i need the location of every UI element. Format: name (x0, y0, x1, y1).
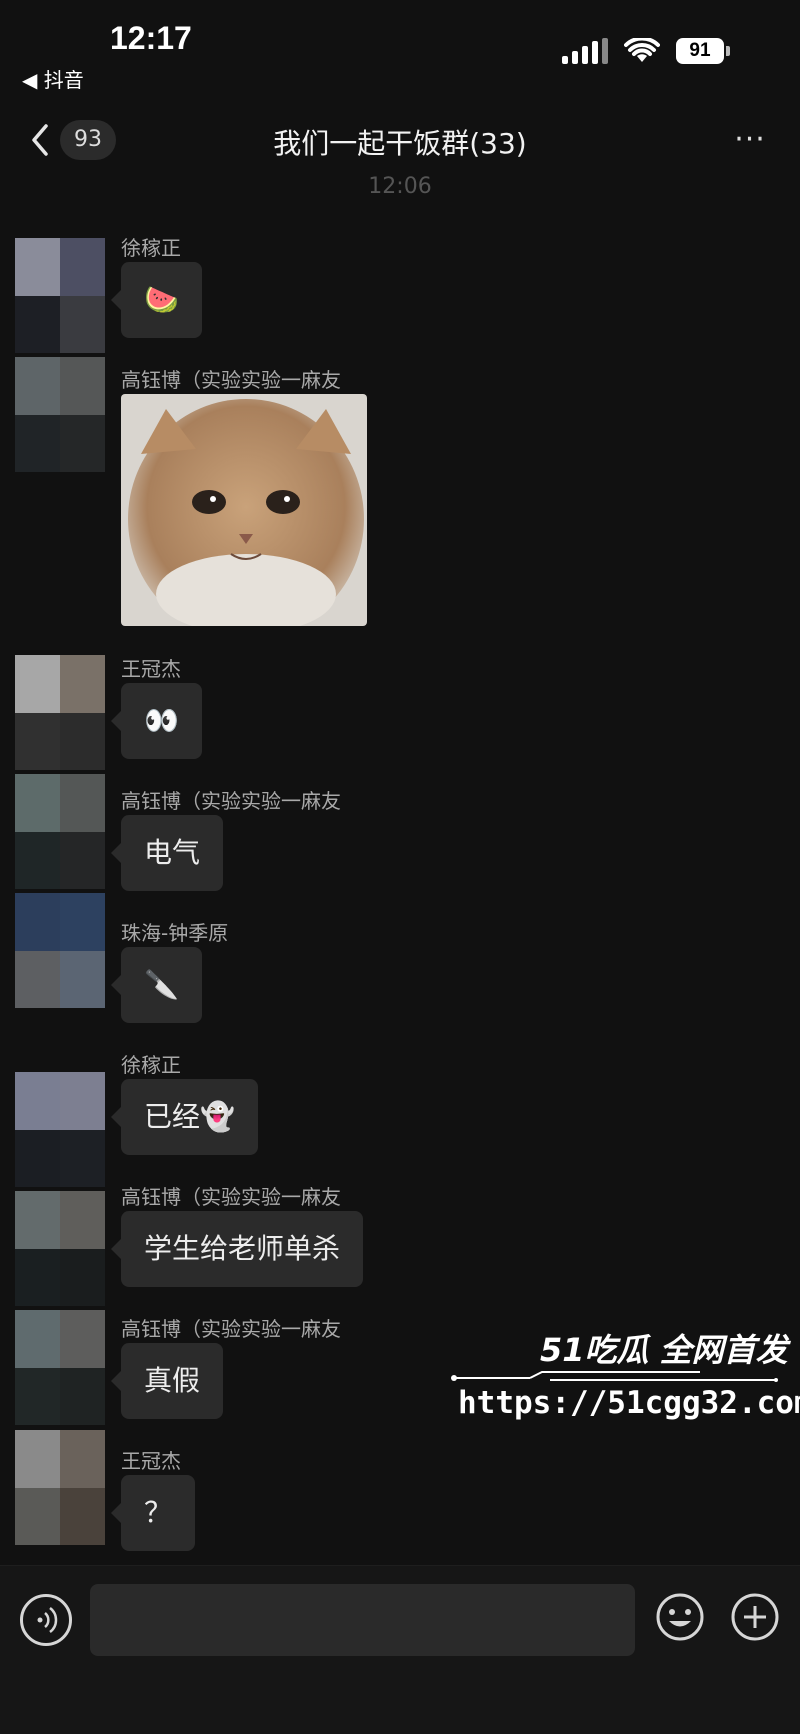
avatar[interactable] (15, 357, 105, 472)
status-icons: 91 (562, 38, 730, 64)
emoji-icon[interactable] (655, 1592, 705, 1642)
watermark-url: https://51cgg32.com (458, 1385, 800, 1421)
back-to-app-link[interactable]: ◀ 抖音 (22, 64, 84, 93)
circuit-line-graphic (451, 1371, 778, 1382)
status-time: 12:17 (110, 20, 192, 56)
message-bubble[interactable]: ？ (110, 1475, 196, 1551)
avatar[interactable] (15, 1072, 105, 1187)
message-text-input[interactable] (90, 1584, 635, 1656)
avatar[interactable] (15, 1310, 105, 1425)
sender-name: 徐稼正 (121, 1053, 181, 1077)
avatar[interactable] (15, 655, 105, 770)
sender-name: 高钰博（实验实验一麻友 (121, 789, 341, 813)
battery-icon: 91 (676, 38, 730, 64)
sender-name: 高钰博（实验实验一麻友 (121, 368, 341, 392)
status-bar: 12:17 ◀ 抖音 91 (0, 0, 800, 100)
message-bubble[interactable]: 学生给老师单杀 (110, 1211, 364, 1287)
message-bubble[interactable]: 🍉 (111, 262, 202, 338)
sender-name: 徐稼正 (121, 236, 181, 260)
watermark-overlay: 51吃瓜 全网首发 https://51cgg32.com (450, 1325, 800, 1425)
more-options-button[interactable]: ··· (730, 122, 770, 158)
battery-level: 91 (676, 38, 724, 64)
sender-name: 高钰博（实验实验一麻友 (121, 1317, 341, 1341)
chat-header: 93 我们一起干饭群(33) ··· (0, 108, 800, 174)
add-more-icon[interactable] (730, 1592, 780, 1642)
message-bubble[interactable]: 已经👻 (111, 1079, 258, 1155)
wifi-icon (624, 38, 660, 62)
avatar[interactable] (15, 1430, 105, 1545)
sender-name: 王冠杰 (121, 1449, 181, 1473)
chat-title: 我们一起干饭群(33) (273, 127, 527, 160)
message-bubble[interactable]: 电气 (110, 815, 224, 891)
message-bubble[interactable]: 🔪 (111, 947, 202, 1023)
kitten-sticker-image[interactable] (121, 394, 367, 626)
cellular-signal-icon (562, 38, 608, 64)
avatar[interactable] (15, 238, 105, 353)
message-bubble[interactable]: 真假 (110, 1343, 224, 1419)
voice-input-icon[interactable] (20, 1594, 72, 1646)
message-time-divider: 12:06 (368, 174, 432, 199)
sender-name: 王冠杰 (121, 657, 181, 681)
watermark-title: 51吃瓜 全网首发 (540, 1331, 788, 1369)
message-bubble[interactable]: 👀 (111, 683, 202, 759)
avatar[interactable] (15, 774, 105, 889)
sender-name: 高钰博（实验实验一麻友 (121, 1185, 341, 1209)
message-input-bar (0, 1565, 800, 1734)
avatar[interactable] (15, 1191, 105, 1306)
sender-name: 珠海-钟季原 (121, 921, 229, 945)
avatar[interactable] (15, 893, 105, 1008)
